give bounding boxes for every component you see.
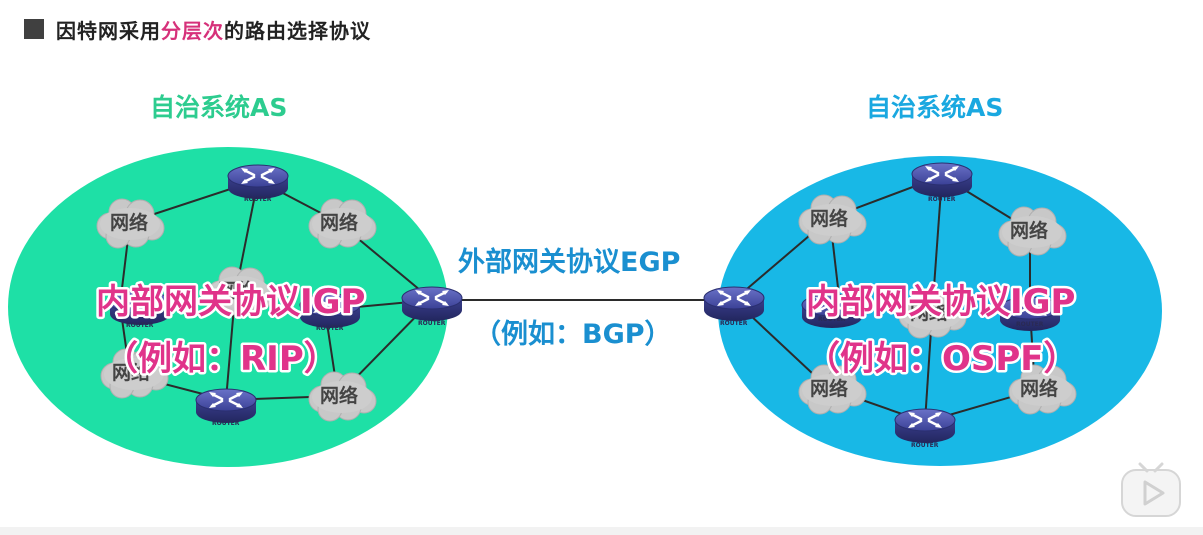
routing-diagram: 网络 网络 网络 网络 网络 网络 网络 网络 网络 网络 ROUTER ROU…	[8, 93, 1162, 467]
router-label: ROUTER	[126, 322, 154, 329]
router-label: ROUTER	[418, 320, 446, 327]
left-igp-example: （例如：RIP）	[104, 339, 338, 379]
bottom-strip	[0, 527, 1203, 535]
router-icon	[910, 161, 974, 199]
left-igp-label: 内部网关协议IGP	[96, 282, 365, 322]
cloud-label: 网络	[810, 377, 848, 400]
router-label: ROUTER	[720, 320, 748, 327]
router-icon	[226, 163, 290, 201]
play-button[interactable]	[1118, 460, 1184, 520]
router-label: ROUTER	[911, 442, 939, 449]
router-icon	[194, 387, 258, 425]
left-as-label: 自治系统AS	[150, 93, 287, 122]
router-icon	[702, 285, 766, 323]
cloud-label: 网络	[810, 207, 848, 230]
router-label: ROUTER	[928, 196, 956, 203]
right-igp-label: 内部网关协议IGP	[806, 282, 1075, 322]
cloud-label: 网络	[320, 211, 358, 234]
cloud-label: 网络	[1010, 219, 1048, 242]
router-label: ROUTER	[316, 325, 344, 332]
router-label: ROUTER	[1016, 321, 1044, 328]
egp-label: 外部网关协议EGP	[458, 246, 680, 278]
play-icon	[1121, 462, 1181, 517]
cloud-label: 网络	[320, 384, 358, 407]
router-label: ROUTER	[212, 420, 240, 427]
egp-example: （例如：BGP）	[474, 319, 672, 350]
right-as-label: 自治系统AS	[866, 93, 1003, 122]
right-igp-example: （例如：OSPF）	[806, 339, 1078, 379]
router-icon	[893, 407, 957, 445]
cloud-label: 网络	[1020, 377, 1058, 400]
router-icon	[400, 285, 464, 323]
cloud-label: 网络	[110, 211, 148, 234]
router-label: ROUTER	[244, 196, 272, 203]
